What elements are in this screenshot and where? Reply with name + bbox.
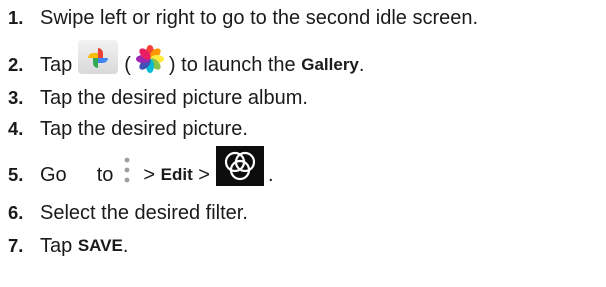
edit-label: Edit xyxy=(160,165,193,184)
step-text: Select the desired filter. xyxy=(40,201,248,224)
step-text-go: Go xyxy=(40,163,67,186)
step-number: 2. xyxy=(8,54,24,75)
step-text-pre: Tap xyxy=(40,53,73,76)
step-1: 1. Swipe left or right to go to the seco… xyxy=(8,3,478,33)
step-text-to: to xyxy=(96,163,114,186)
step-text-post: . xyxy=(358,53,365,76)
step-text-post: . xyxy=(122,234,129,257)
step-number: 7. xyxy=(8,235,24,256)
step-2: 2. Tap () to launch the Gallery . xyxy=(8,40,365,80)
separator: > xyxy=(143,163,156,186)
separator: > xyxy=(198,163,210,186)
step-number: 4. xyxy=(8,118,24,139)
step-3: 3. Tap the desired picture album. xyxy=(8,83,308,113)
step-number: 1. xyxy=(8,7,24,28)
step-4: 4. Tap the desired picture. xyxy=(8,114,248,144)
step-number: 6. xyxy=(8,202,24,223)
step-number: 3. xyxy=(8,87,24,108)
step-6: 6. Select the desired filter. xyxy=(8,198,248,228)
step-text: Tap the desired picture. xyxy=(40,117,248,140)
paren-open: ( xyxy=(124,53,131,76)
step-text: Tap the desired picture album. xyxy=(40,86,308,109)
more-options-icon xyxy=(123,156,131,184)
gallery-label: Gallery xyxy=(301,55,359,74)
step-text-pre: Tap xyxy=(40,234,73,257)
step-text-post: . xyxy=(267,163,274,186)
step-number: 5. xyxy=(8,164,24,185)
google-photos-icon xyxy=(78,40,119,74)
step-5: 5. Go to > Edit > . xyxy=(8,146,274,190)
gallery-flower-icon xyxy=(135,44,164,74)
save-label: SAVE xyxy=(77,236,123,255)
filter-icon xyxy=(215,146,264,186)
step-7: 7. Tap SAVE . xyxy=(8,231,128,261)
paren-close-text: ) to launch the xyxy=(168,53,296,76)
step-text: Swipe left or right to go to the second … xyxy=(40,6,479,29)
